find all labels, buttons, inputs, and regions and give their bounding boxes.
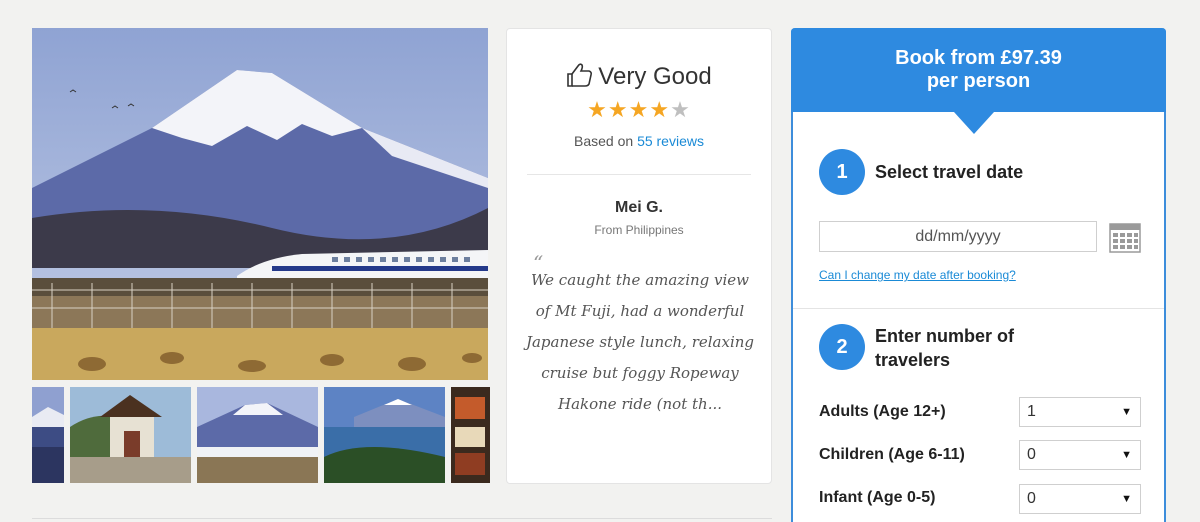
adults-select[interactable]: 1 ▼ (1019, 397, 1141, 427)
star-icon: ★ (587, 97, 608, 122)
adults-value: 1 (1027, 403, 1036, 420)
price-header: Book from £97.39 per person (791, 28, 1166, 134)
calendar-icon[interactable] (1109, 221, 1141, 253)
rating-summary: Very Good (507, 61, 771, 91)
change-date-link[interactable]: Can I change my date after booking? (819, 268, 1016, 282)
star-icon: ★ (649, 97, 671, 122)
thumbs-up-icon (567, 63, 593, 87)
mt-fuji-bullet-train-image (32, 28, 488, 380)
rating-label: Very Good (598, 63, 712, 90)
section-divider (793, 308, 1164, 309)
chevron-down-icon: ▼ (1121, 493, 1132, 505)
step-2-title: Enter number of travelers (875, 324, 1014, 372)
travel-date-input[interactable] (819, 221, 1097, 252)
infant-select[interactable]: 0 ▼ (1019, 484, 1141, 514)
step-2-title-line: travelers (875, 350, 951, 370)
main-tour-photo[interactable] (32, 28, 488, 380)
thumbnail-5[interactable] (451, 387, 490, 483)
based-on-text: Based on (574, 133, 634, 149)
children-value: 0 (1027, 446, 1036, 463)
reviews-link[interactable]: 55 reviews (637, 133, 704, 149)
review-count: Based on 55 reviews (507, 133, 771, 149)
infant-label: Infant (Age 0-5) (819, 489, 936, 506)
reviewer-name: Mei G. (614, 199, 663, 216)
quote-line: cruise but foggy Ropeway (541, 364, 739, 382)
header-pointer (954, 112, 994, 134)
thumbnail-4[interactable] (324, 387, 445, 483)
quote-line: of Mt Fuji, had a wonderful (535, 302, 745, 320)
step-1-title: Select travel date (875, 162, 1024, 182)
content-divider (32, 518, 772, 519)
quote-line: We caught the amazing view (530, 271, 750, 289)
review-card: Very Good ★★★★★ Based on 55 reviews Mei … (506, 28, 772, 484)
thumbnail-1[interactable] (32, 387, 64, 483)
star-icon: ★ (607, 97, 629, 122)
per-person-line: per person (926, 70, 1031, 92)
star-icon: ★ (628, 97, 650, 122)
quote-line: Hakone ride (not th... (558, 395, 722, 413)
step-2-title-line: Enter number of (875, 326, 1015, 346)
thumbnail-2[interactable] (70, 387, 191, 483)
thumbnail-3[interactable] (197, 387, 318, 483)
chevron-down-icon: ▼ (1121, 449, 1132, 461)
star-rating: ★★★★★ (507, 97, 771, 123)
infant-value: 0 (1027, 490, 1036, 507)
booking-panel: Book from £97.39 per person 1 Select tra… (791, 28, 1166, 522)
thumbnail-strip (32, 387, 490, 483)
adults-label: Adults (Age 12+) (819, 403, 946, 420)
children-label: Children (Age 6-11) (819, 446, 965, 463)
step-2-badge: 2 (819, 324, 865, 370)
price-line: Book from £97.39 (895, 47, 1062, 69)
quote-line: Japanese style lunch, relaxing (525, 333, 755, 351)
star-empty-icon: ★ (670, 97, 691, 122)
children-select[interactable]: 0 ▼ (1019, 440, 1141, 470)
review-quote: We caught the amazing view of Mt Fuji, h… (525, 265, 755, 420)
reviewer-origin: From Philippines (594, 223, 684, 237)
divider (527, 174, 751, 175)
chevron-down-icon: ▼ (1121, 406, 1132, 418)
step-1-badge: 1 (819, 149, 865, 195)
